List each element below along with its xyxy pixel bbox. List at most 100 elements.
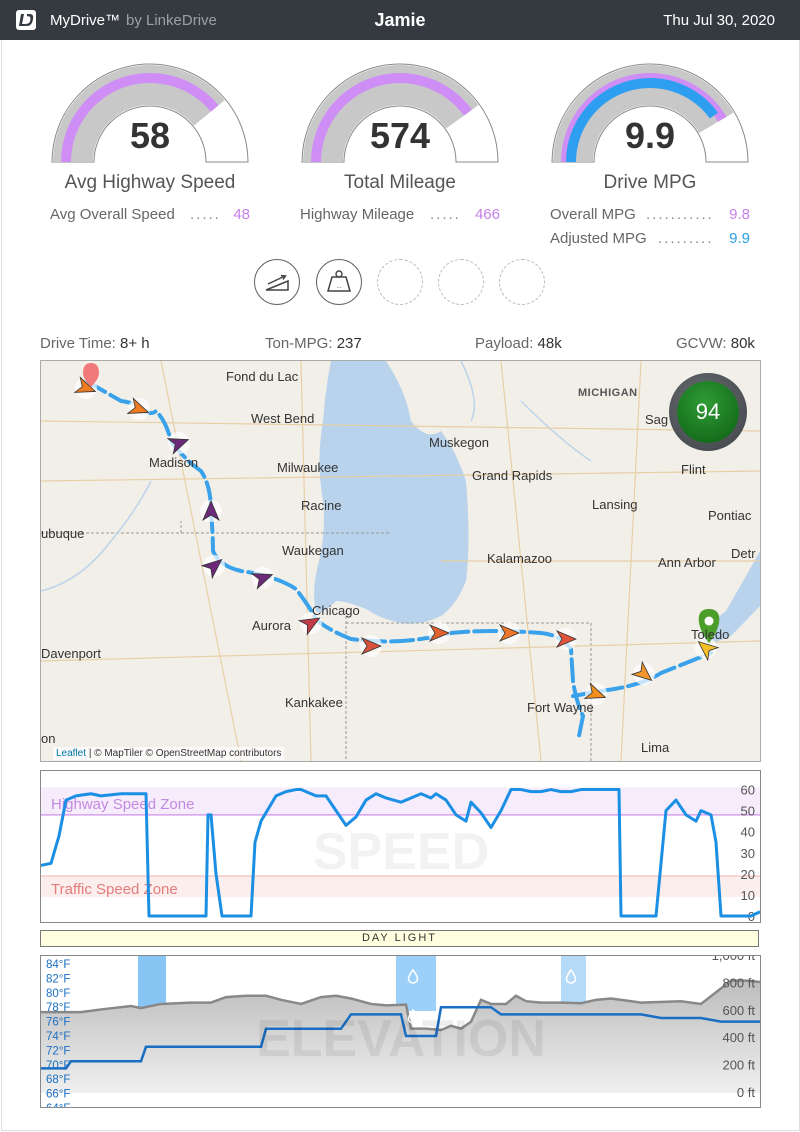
- highway-mileage-value: 466: [474, 206, 500, 223]
- gcvw-label: GCVW:: [676, 335, 727, 352]
- speed-tick-label: 30: [741, 846, 755, 861]
- weight-icon: ...: [327, 270, 351, 292]
- ton-mpg-value: 237: [336, 335, 362, 352]
- weight-badge[interactable]: ...: [316, 259, 362, 305]
- drive-mpg-label: Drive MPG: [603, 172, 697, 193]
- empty-badge: [438, 259, 484, 305]
- payload-label: Payload:: [475, 335, 534, 352]
- elevation-chart[interactable]: ELEVATION 84°F 82°F 80°F 78°F 76°F 74°F 72°F 70°…: [40, 955, 761, 1108]
- map-place-label: Detr: [731, 546, 756, 561]
- map-place-label: Chicago: [312, 603, 360, 618]
- map-place-label: West Bend: [251, 411, 315, 426]
- map-attribution-text: | © MapTiler © OpenStreetMap contributor…: [88, 748, 282, 759]
- payload-value: 48k: [537, 335, 562, 352]
- avg-overall-speed-value: 48: [233, 206, 250, 223]
- route-arrow-icon: [555, 628, 578, 650]
- overall-mpg-value: 9.8: [729, 206, 750, 223]
- avg-highway-speed-value: 58: [129, 115, 171, 156]
- adjusted-mpg-label: Adjusted MPG: [550, 230, 647, 247]
- highway-mileage-label: Highway Mileage: [300, 206, 415, 223]
- drive-time-label: Drive Time:: [40, 335, 116, 352]
- map-place-label: MICHIGAN: [578, 387, 638, 399]
- highway-mileage-row: Highway Mileage ..... 466: [300, 206, 510, 226]
- drive-score-badge[interactable]: 94: [669, 373, 747, 451]
- temperature-tick-label: 78°F: [46, 1002, 70, 1014]
- drive-time-stat: Drive Time: 8+ h: [40, 335, 150, 352]
- rain-drop-icon: [166, 968, 178, 984]
- map-place-label: Toledo: [691, 627, 730, 642]
- avg-highway-speed-label: Avg Highway Speed: [64, 172, 236, 193]
- avg-overall-speed-label: Avg Overall Speed: [50, 206, 175, 223]
- temperature-tick-label: 64°F: [46, 1103, 70, 1107]
- payload-stat: Payload: 48k: [475, 335, 562, 352]
- map-place-label: Davenport: [41, 646, 101, 661]
- elevation-tick-label: 200 ft: [722, 1058, 755, 1073]
- ton-mpg-label: Ton-MPG:: [265, 335, 333, 352]
- rain-drop-icon: [247, 968, 259, 984]
- route-arrow-icon: [360, 635, 383, 657]
- map-place-label: Fond du Lac: [226, 369, 299, 384]
- adjusted-mpg-row: Adjusted MPG ......... 9.9: [550, 230, 760, 250]
- dot-leader: .........: [658, 230, 714, 247]
- speed-chart[interactable]: SPEED Highway Speed Zone Traffic Speed Zon…: [40, 770, 761, 923]
- map-place-label: Flint: [681, 462, 706, 477]
- daylight-bar: DAY LIGHT: [40, 930, 759, 947]
- elevation-watermark: ELEVATION: [256, 1010, 546, 1068]
- route-arrow-icon: [126, 397, 150, 420]
- header-bar: MyDrive™ by LinkeDrive Jamie Thu Jul 30, …: [0, 0, 800, 40]
- map-place-label: Grand Rapids: [472, 468, 553, 483]
- map-place-label: Kalamazoo: [487, 551, 553, 566]
- leaflet-link[interactable]: Leaflet: [56, 748, 86, 759]
- temperature-tick-label: 82°F: [46, 973, 70, 985]
- dot-leader: .....: [190, 206, 221, 223]
- rain-band: [396, 956, 436, 1011]
- map-place-label: Madison: [149, 455, 199, 470]
- map-attribution: Leaflet | © MapTiler © OpenStreetMap con…: [53, 747, 285, 760]
- avg-overall-speed-row: Avg Overall Speed ..... 48: [50, 206, 260, 226]
- map-place-label: Waukegan: [282, 543, 344, 558]
- temperature-tick-label: 70°F: [46, 1060, 70, 1072]
- map-place-label: Milwaukee: [277, 460, 339, 475]
- overall-mpg-label: Overall MPG: [550, 206, 636, 223]
- adjusted-mpg-value: 9.9: [729, 230, 750, 247]
- elevation-tick-label: 800 ft: [722, 975, 755, 990]
- map-place-label: Sag: [645, 412, 669, 427]
- map-place-label: Kankakee: [285, 695, 343, 710]
- temperature-tick-label: 66°F: [46, 1089, 70, 1101]
- map-place-label: Lima: [641, 740, 670, 755]
- map-place-label: ubuque: [41, 526, 85, 541]
- elevation-chart-canvas: ELEVATION 84°F 82°F 80°F 78°F 76°F 74°F 72°F 70°…: [41, 956, 760, 1107]
- route-arrow-icon: [200, 555, 225, 580]
- temperature-tick-label: 74°F: [46, 1031, 70, 1043]
- map-place-label: Fort Wayne: [527, 700, 594, 715]
- empty-badge: [499, 259, 545, 305]
- empty-badge: [377, 259, 423, 305]
- route-arrow-icon: [428, 622, 451, 644]
- temperature-tick-label: 72°F: [46, 1045, 70, 1057]
- speed-watermark: SPEED: [313, 823, 489, 881]
- svg-text:...: ...: [336, 284, 341, 290]
- drive-mpg-value: 9.9: [624, 115, 676, 156]
- dot-leader: ...........: [646, 206, 714, 223]
- total-mileage-label: Total Mileage: [344, 172, 456, 193]
- route-map[interactable]: Fond du Lac MICHIGAN Sag West Bend Muske…: [40, 360, 761, 762]
- map-place-label: Muskegon: [429, 435, 489, 450]
- traffic-zone-label: Traffic Speed Zone: [51, 881, 178, 898]
- temperature-tick-label: 68°F: [46, 1074, 70, 1086]
- speed-tick-label: 50: [741, 804, 755, 819]
- header-date: Thu Jul 30, 2020: [663, 12, 775, 29]
- drive-time-value: 8+ h: [120, 335, 150, 352]
- map-place-label: Aurora: [252, 618, 292, 633]
- overall-mpg-row: Overall MPG ........... 9.8: [550, 206, 760, 226]
- incline-badge[interactable]: [254, 259, 300, 305]
- lake-michigan: [314, 361, 469, 624]
- rain-drop-icon: [207, 968, 219, 984]
- elevation-tick-label: 400 ft: [722, 1030, 755, 1045]
- total-mileage-value: 574: [369, 115, 431, 156]
- map-place-label: Ann Arbor: [658, 555, 716, 570]
- drive-score-value: 94: [677, 381, 739, 443]
- map-place-label: Lansing: [592, 497, 638, 512]
- temperature-tick-label: 80°F: [46, 988, 70, 1000]
- speed-tick-label: 10: [741, 888, 755, 903]
- gcvw-stat: GCVW: 80k: [676, 335, 755, 352]
